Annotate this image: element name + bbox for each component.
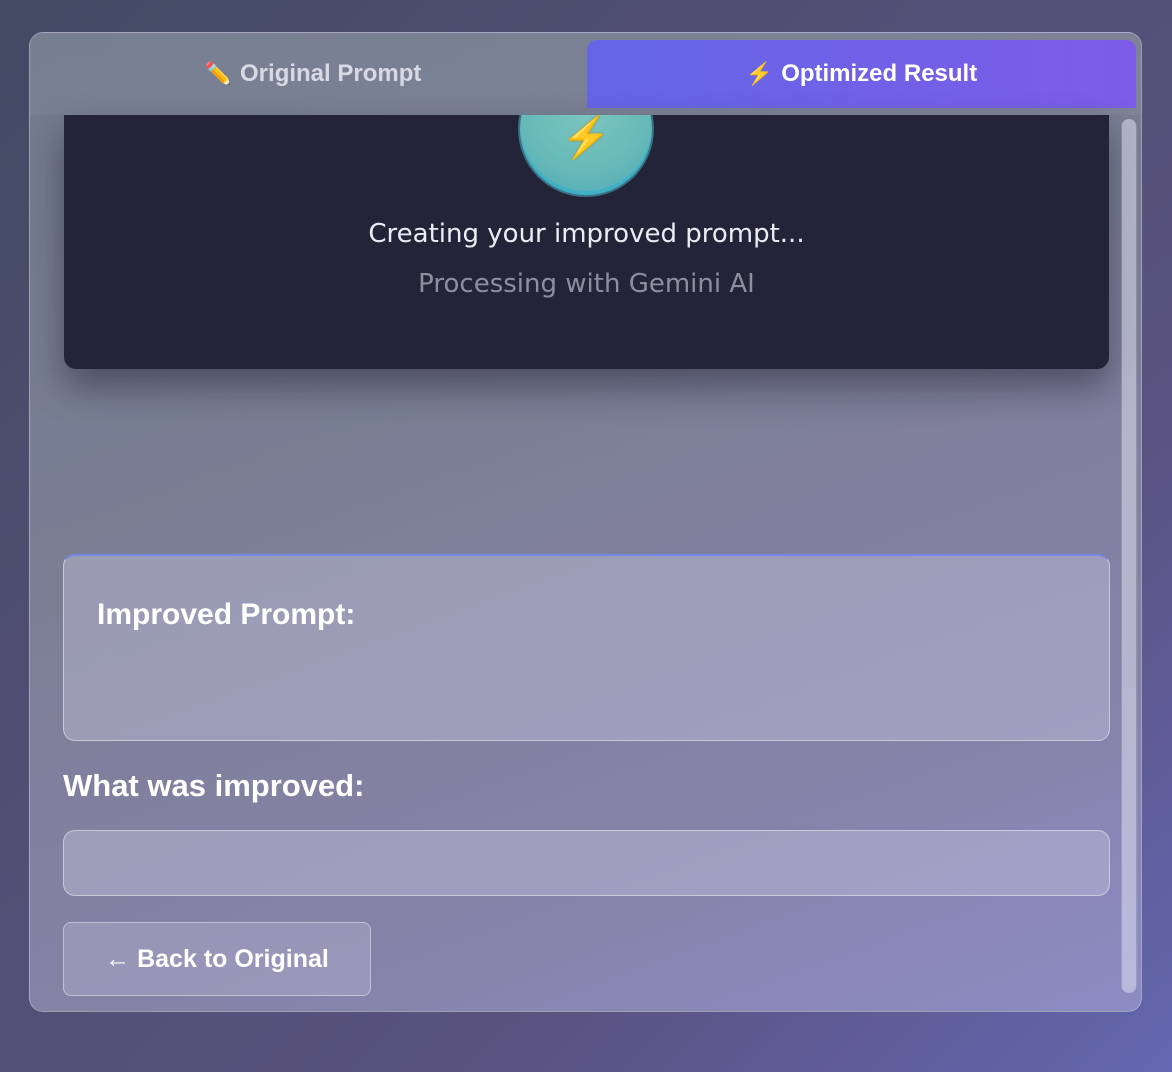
loading-card: ⚡ Creating your improved prompt... Proce… [64,115,1109,369]
lightning-icon: ⚡ [745,61,774,86]
improvements-label: What was improved: [63,768,365,803]
lightning-icon: ⚡ [561,116,611,160]
loading-subtitle: Processing with Gemini AI [418,269,755,299]
optimizer-panel: ✏️ Original Prompt ⚡ Optimized Result ⚡ … [29,32,1142,1012]
loading-title: Creating your improved prompt... [368,219,805,249]
scrollbar-thumb[interactable] [1122,119,1136,993]
scrollbar[interactable] [1121,119,1137,993]
tab-bar: ✏️ Original Prompt ⚡ Optimized Result [30,33,1141,115]
pencil-icon: ✏️ [204,61,233,86]
tab-original-label: Original Prompt [240,60,422,87]
improved-prompt-label: Improved Prompt: [97,598,356,631]
improvements-box[interactable] [63,830,1110,896]
tab-optimized-result[interactable]: ⚡ Optimized Result [587,40,1136,108]
back-to-original-button[interactable]: ← Back to Original [63,922,371,996]
tab-original-prompt[interactable]: ✏️ Original Prompt [38,40,588,108]
loading-spinner: ⚡ [520,115,652,195]
improved-prompt-box[interactable]: Improved Prompt: [63,554,1110,741]
tab-optimized-label: Optimized Result [781,60,978,87]
